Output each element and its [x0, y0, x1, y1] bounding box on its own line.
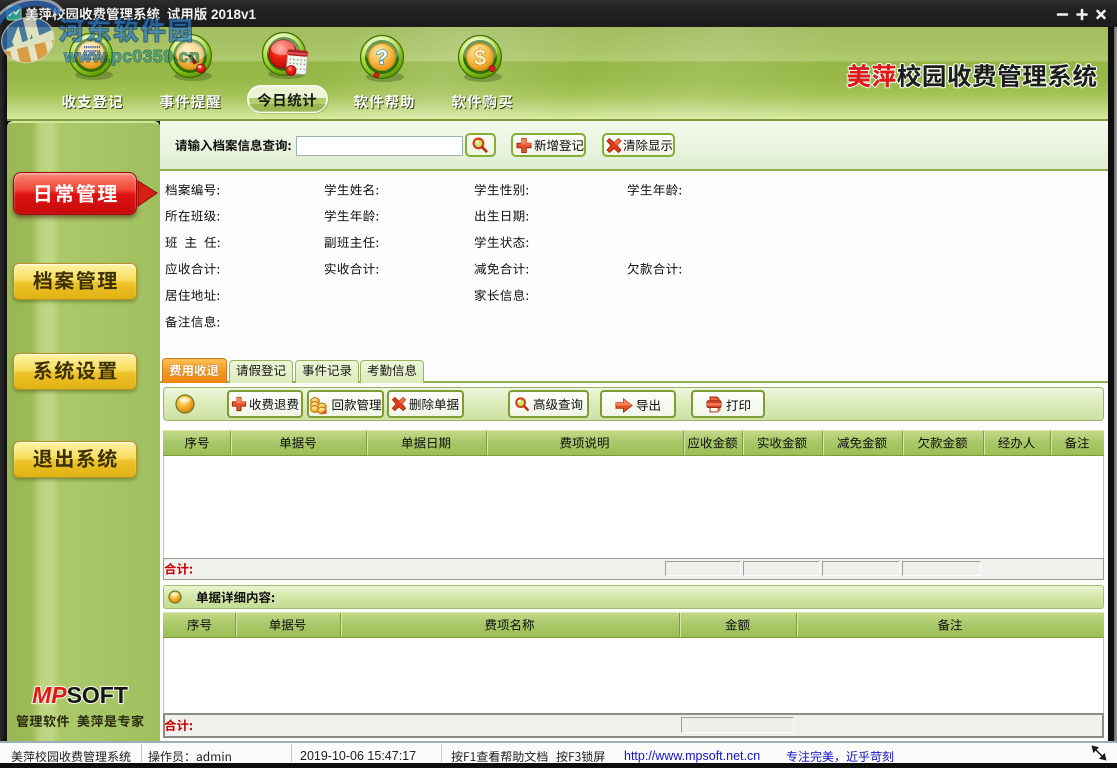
svg-text:2018v1: 2018v1	[211, 7, 257, 22]
svg-text:MPSOFT: MPSOFT	[32, 682, 128, 708]
svg-text:?: ?	[376, 47, 388, 69]
svg-text:$: $	[474, 45, 486, 70]
svg-text:www.pc0359.cn: www.pc0359.cn	[63, 46, 200, 66]
svg-text:http://www.mpsoft.net.cn: http://www.mpsoft.net.cn	[624, 749, 760, 763]
svg-text:2019-10-06 15:47:17: 2019-10-06 15:47:17	[300, 749, 416, 763]
